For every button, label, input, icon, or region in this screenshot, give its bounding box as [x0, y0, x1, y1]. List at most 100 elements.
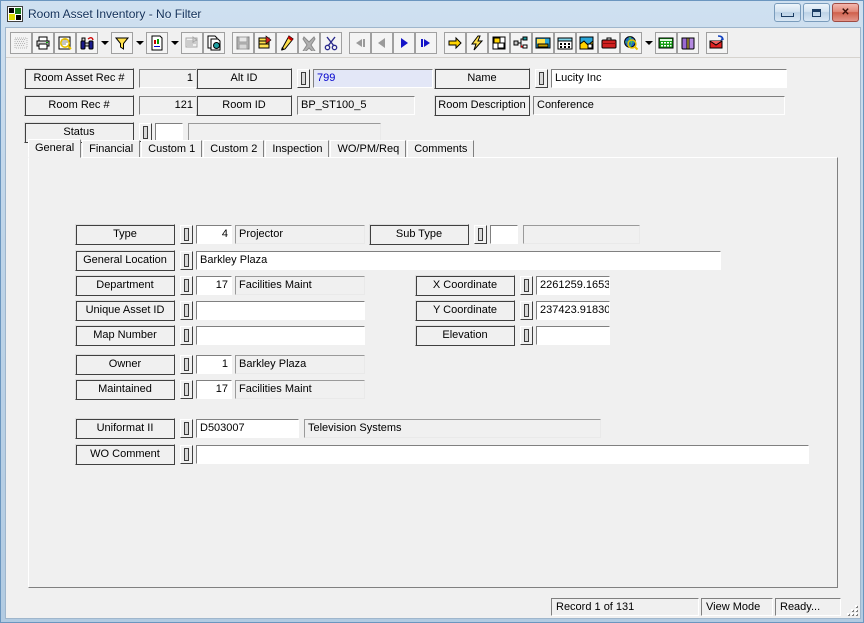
y-coordinate-input[interactable]: 237423.91830: [536, 301, 610, 320]
maintained-picker-icon[interactable]: [180, 380, 193, 399]
form-designer-button[interactable]: [181, 31, 203, 54]
report-dropdown-button[interactable]: [168, 32, 181, 54]
general-location-label-button[interactable]: General Location: [75, 250, 175, 271]
copy-record-button[interactable]: [203, 31, 225, 54]
owner-label-button[interactable]: Owner: [75, 354, 175, 375]
attachments-button[interactable]: [488, 31, 510, 54]
name-label-button[interactable]: Name: [434, 68, 530, 89]
status-bar: Record 1 of 131 View Mode Ready...: [6, 596, 860, 618]
room-description-label-button[interactable]: Room Description: [434, 95, 530, 116]
gis-map-button[interactable]: [576, 31, 598, 54]
quick-action-button[interactable]: [466, 31, 488, 54]
tab-general[interactable]: General: [28, 139, 82, 158]
cut-button[interactable]: [320, 31, 342, 54]
go-to-button[interactable]: [444, 31, 466, 54]
uniformat-picker-icon[interactable]: [180, 419, 193, 438]
room-rec-label-button[interactable]: Room Rec #: [24, 95, 134, 116]
y-coordinate-picker-icon[interactable]: [520, 301, 533, 320]
elevation-picker-icon[interactable]: [520, 326, 533, 345]
report-button[interactable]: [146, 31, 168, 54]
department-label-button[interactable]: Department: [75, 275, 175, 296]
uniformat-code-input[interactable]: D503007: [196, 419, 299, 438]
room-id-label-button[interactable]: Room ID: [196, 95, 292, 116]
next-record-button[interactable]: [393, 31, 415, 54]
map-number-label-button[interactable]: Map Number: [75, 325, 175, 346]
filter-dropdown-caret-icon: [135, 40, 144, 45]
add-record-button[interactable]: [254, 31, 276, 54]
calculator-button[interactable]: [655, 31, 677, 54]
unique-asset-id-input[interactable]: [196, 301, 365, 320]
last-record-button[interactable]: [415, 31, 437, 54]
x-coordinate-label-button[interactable]: X Coordinate: [415, 275, 515, 296]
y-coordinate-label-button[interactable]: Y Coordinate: [415, 300, 515, 321]
pm-schedule-button[interactable]: [554, 31, 576, 54]
form-designer-icon: [185, 35, 198, 47]
type-code-input[interactable]: 4: [196, 225, 232, 244]
toolbox-button[interactable]: [598, 31, 620, 54]
select-grid-button[interactable]: [10, 31, 32, 54]
owner-picker-icon[interactable]: [180, 355, 193, 374]
type-picker-icon[interactable]: [180, 225, 193, 244]
map-number-picker-icon[interactable]: [180, 326, 193, 345]
save-button[interactable]: [232, 31, 254, 54]
owner-code-input[interactable]: 1: [196, 355, 232, 374]
tab-wo-pm-req[interactable]: WO/PM/Req: [330, 140, 407, 158]
tab-custom-1[interactable]: Custom 1: [141, 140, 203, 158]
wo-comment-picker-icon[interactable]: [180, 445, 193, 464]
minimize-button[interactable]: [774, 3, 801, 22]
x-coordinate-picker-icon[interactable]: [520, 276, 533, 295]
close-button[interactable]: ✕: [832, 3, 859, 22]
department-code-input[interactable]: 17: [196, 276, 232, 295]
sub-type-picker-icon[interactable]: [474, 225, 487, 244]
export-button[interactable]: [706, 31, 728, 54]
resize-grip-icon[interactable]: [843, 598, 858, 616]
unique-asset-id-label-button[interactable]: Unique Asset ID: [75, 300, 175, 321]
room-asset-rec-label-button[interactable]: Room Asset Rec #: [24, 68, 134, 89]
elevation-label-button[interactable]: Elevation: [415, 325, 515, 346]
x-coordinate-input[interactable]: 2261259.1653: [536, 276, 610, 295]
web-search-dropdown-button[interactable]: [642, 32, 655, 54]
work-order-button[interactable]: [532, 31, 554, 54]
tab-financial[interactable]: Financial: [82, 140, 141, 158]
find-button[interactable]: [76, 31, 98, 54]
previous-record-icon: [378, 37, 385, 48]
print-button[interactable]: [32, 31, 54, 54]
department-picker-icon[interactable]: [180, 276, 193, 295]
wo-comment-input[interactable]: [196, 445, 809, 464]
name-input[interactable]: Lucity Inc: [551, 69, 787, 88]
wo-comment-label-button[interactable]: WO Comment: [75, 444, 175, 465]
maintained-code-input[interactable]: 17: [196, 380, 232, 399]
web-search-button[interactable]: [620, 31, 642, 54]
first-record-button[interactable]: [349, 31, 371, 54]
tab-inspection[interactable]: Inspection: [265, 140, 330, 158]
previous-record-button[interactable]: [371, 31, 393, 54]
alt-id-input[interactable]: 799: [313, 69, 433, 88]
maintained-label-button[interactable]: Maintained: [75, 379, 175, 400]
find-dropdown-button[interactable]: [98, 32, 111, 54]
elevation-input[interactable]: [536, 326, 610, 345]
map-number-input[interactable]: [196, 326, 365, 345]
print-preview-button[interactable]: [54, 31, 76, 54]
unique-asset-id-picker-icon[interactable]: [180, 301, 193, 320]
type-label-button[interactable]: Type: [75, 224, 175, 245]
alt-id-label-button[interactable]: Alt ID: [196, 68, 292, 89]
delete-record-button[interactable]: [298, 31, 320, 54]
sub-type-label-button[interactable]: Sub Type: [369, 224, 469, 245]
client-area: Room Asset Rec # 1 Alt ID 799 Name Lucit…: [5, 27, 861, 619]
uniformat-label-button[interactable]: Uniformat II: [75, 418, 175, 439]
maintained-description: Facilities Maint: [235, 380, 365, 399]
sub-type-code-input[interactable]: [490, 225, 518, 244]
alt-id-picker-icon[interactable]: [297, 69, 310, 88]
filter-dropdown-button[interactable]: [133, 32, 146, 54]
title-bar[interactable]: Room Asset Inventory - No Filter ✕: [1, 1, 863, 26]
filter-button[interactable]: [111, 31, 133, 54]
edit-record-button[interactable]: [276, 31, 298, 54]
name-picker-icon[interactable]: [535, 69, 548, 88]
hierarchy-button[interactable]: [510, 31, 532, 54]
tab-custom-2[interactable]: Custom 2: [203, 140, 265, 158]
general-location-picker-icon[interactable]: [180, 251, 193, 270]
help-book-button[interactable]: [677, 31, 699, 54]
tab-comments[interactable]: Comments: [407, 140, 475, 158]
restore-button[interactable]: [803, 3, 830, 22]
general-location-input[interactable]: Barkley Plaza: [196, 251, 721, 270]
